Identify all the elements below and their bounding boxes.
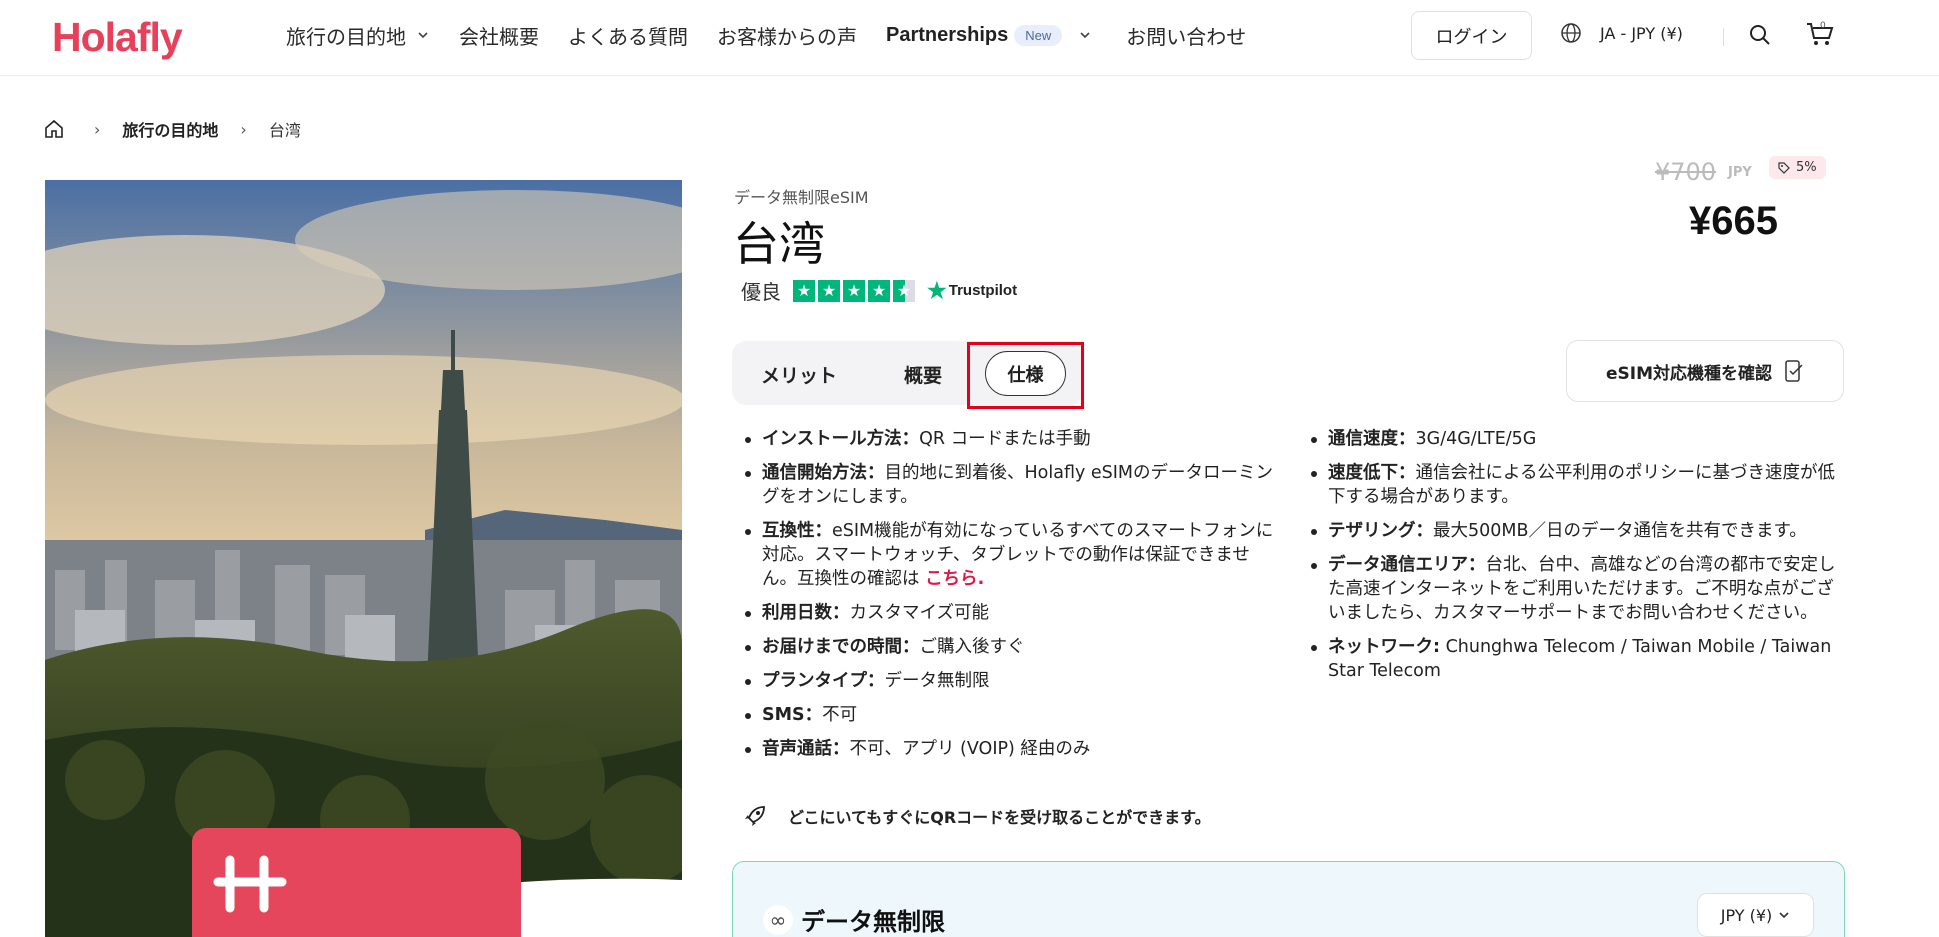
star-icon: ★: [843, 279, 865, 302]
product-title: 台湾: [733, 217, 825, 271]
breadcrumb-separator: ›: [240, 119, 247, 139]
holafly-logo[interactable]: Holafly: [52, 14, 183, 61]
holafly-card-logo: [213, 855, 287, 913]
breadcrumb-separator: ›: [94, 119, 101, 139]
nav-faq[interactable]: よくある質問: [568, 21, 688, 50]
nav-destinations[interactable]: 旅行の目的地: [286, 21, 430, 50]
trustpilot-label: Trustpilot: [948, 282, 1018, 299]
rocket-icon: [745, 806, 765, 826]
rating-label: 優良: [741, 280, 781, 304]
half-star-icon: ★: [893, 279, 915, 302]
chevron-down-icon: [416, 28, 430, 42]
list-item: プランタイプ：データ無制限: [745, 669, 1275, 693]
plan-title: ∞ データ無制限: [763, 902, 945, 937]
list-item: 速度低下：通信会社による公平利用のポリシーに基づき速度が低下する場合があります。: [1311, 461, 1841, 509]
star-icon: ★: [793, 279, 815, 302]
list-item: インストール方法：QR コードまたは手動: [745, 427, 1275, 451]
cart-count: 0: [1820, 21, 1826, 31]
discount-value: 5%: [1796, 160, 1817, 175]
product-subtitle: データ無制限eSIM: [734, 188, 869, 207]
original-price: ¥700: [1655, 158, 1717, 186]
currency-select[interactable]: JPY (¥): [1697, 893, 1814, 937]
spec-list-right: 通信速度：3G/4G/LTE/5G 速度低下：通信会社による公平利用のポリシーに…: [1311, 427, 1841, 693]
trustpilot-logo: ★ Trustpilot: [927, 278, 1017, 304]
esim-card-graphic: [192, 828, 521, 937]
selection-highlight: [967, 342, 1084, 409]
current-price: ¥665: [1689, 199, 1778, 243]
tab-merit[interactable]: メリット: [761, 361, 837, 388]
login-button[interactable]: ログイン: [1411, 11, 1532, 60]
currency-code: JPY: [1728, 165, 1752, 180]
divider: [1723, 28, 1724, 46]
breadcrumb: › 旅行の目的地 › 台湾: [44, 117, 301, 141]
spec-list-left: インストール方法：QR コードまたは手動 通信開始方法：目的地に到着後、Hola…: [745, 427, 1275, 771]
list-item: SMS：不可: [745, 703, 1275, 727]
rating-stars: ★ ★ ★ ★ ★: [793, 279, 918, 302]
language-selector[interactable]: JA - JPY (¥): [1560, 22, 1683, 44]
nav-destinations-label: 旅行の目的地: [286, 24, 406, 49]
qr-note-text: どこにいてもすぐにQRコードを受け取ることができます。: [788, 808, 1211, 827]
list-item: 利用日数：カスタマイズ可能: [745, 601, 1275, 625]
list-item: 通信開始方法：目的地に到着後、Holafly eSIMのデータローミングをオンに…: [745, 461, 1275, 509]
list-item: 通信速度：3G/4G/LTE/5G: [1311, 427, 1841, 451]
list-item: ネットワーク: Chunghwa Telecom / Taiwan Mobile…: [1311, 635, 1841, 683]
nav-partnerships[interactable]: Partnerships New: [886, 24, 1092, 47]
infinity-icon: ∞: [763, 904, 793, 935]
list-item: お届けまでの時間：ご購入後すぐ: [745, 635, 1275, 659]
star-icon: ★: [868, 279, 890, 302]
new-badge: New: [1014, 24, 1063, 46]
list-item: データ通信エリア：台北、台中、高雄などの台湾の都市で安定した高速インターネットを…: [1311, 553, 1841, 625]
nav-about[interactable]: 会社概要: [459, 21, 539, 50]
product-hero-image: [45, 180, 682, 937]
list-item: テザリング：最大500MB／日のデータ通信を共有できます。: [1311, 519, 1841, 543]
search-icon[interactable]: [1749, 24, 1771, 46]
plan-title-label: データ無制限: [801, 908, 945, 936]
check-compatibility-button[interactable]: eSIM対応機種を確認: [1566, 340, 1844, 402]
compatibility-link[interactable]: こちら: [925, 569, 978, 589]
currency-select-value: JPY (¥): [1720, 905, 1773, 925]
trustpilot-star-icon: ★: [927, 277, 947, 303]
phone-check-icon: [1785, 360, 1803, 382]
home-icon[interactable]: [44, 119, 64, 139]
language-label: JA - JPY (¥): [1600, 23, 1683, 43]
list-item: 互換性：eSIM機能が有効になっているすべてのスマートフォンに対応。スマートウォ…: [745, 519, 1275, 591]
plan-selector-box: ∞ データ無制限 JPY (¥): [732, 861, 1845, 937]
list-item: 音声通話：不可、アプリ (VOIP) 経由のみ: [745, 737, 1275, 761]
nav-partnerships-label: Partnerships: [886, 23, 1009, 46]
site-header: Holafly 旅行の目的地 会社概要 よくある質問 お客様からの声 Partn…: [0, 0, 1939, 76]
breadcrumb-destinations[interactable]: 旅行の目的地: [122, 117, 218, 141]
star-icon: ★: [818, 279, 840, 302]
qr-delivery-note: どこにいてもすぐにQRコードを受け取ることができます。: [742, 803, 1211, 829]
nav-contact[interactable]: お問い合わせ: [1126, 21, 1246, 50]
tab-overview[interactable]: 概要: [904, 361, 942, 388]
trustpilot-rating[interactable]: 優良 ★ ★ ★ ★ ★ ★ Trustpilot: [741, 276, 1017, 305]
check-compatibility-label: eSIM対応機種を確認: [1605, 363, 1772, 384]
tag-icon: [1778, 161, 1790, 174]
nav-reviews[interactable]: お客様からの声: [717, 21, 857, 50]
breadcrumb-current: 台湾: [268, 121, 301, 140]
discount-badge: 5%: [1769, 156, 1826, 179]
main-nav: 旅行の目的地 会社概要 よくある質問 お客様からの声 Partnerships …: [286, 0, 1275, 70]
chevron-down-icon: [1078, 28, 1092, 42]
chevron-down-icon: [1779, 912, 1789, 919]
globe-icon: [1561, 23, 1581, 43]
